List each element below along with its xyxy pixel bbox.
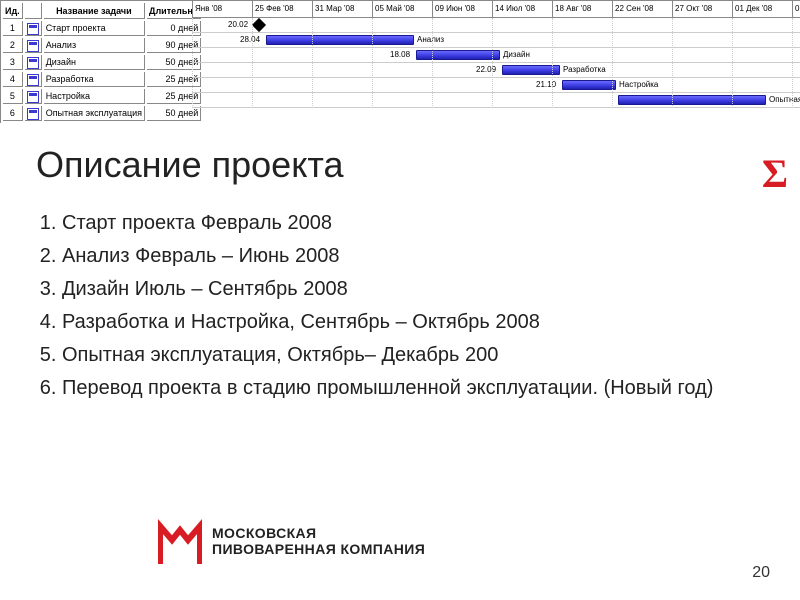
logo-text: МОСКОВСКАЯ ПИВОВАРЕННАЯ КОМПАНИЯ (212, 525, 425, 557)
gantt-bar (266, 35, 414, 45)
list-item: Старт проекта Февраль 2008 (62, 208, 764, 239)
table-row: 1 Старт проекта 0 дней (3, 21, 201, 36)
calendar-icon (27, 57, 39, 69)
timeline-tick: 18 Авг '08 (552, 1, 591, 17)
bar-date-label: 22.09 (476, 63, 496, 77)
table-row: 4 Разработка 25 дней (3, 72, 201, 87)
bar-date-label: 28.04 (240, 33, 260, 47)
timeline-tick: 05 Май '08 (372, 1, 414, 17)
page-number: 20 (752, 564, 770, 582)
list-item: Перевод проекта в стадию промышленной эк… (62, 373, 764, 404)
bar-name-label: Настройка (619, 78, 658, 92)
timeline-tick: 27 Окт '08 (672, 1, 712, 17)
gantt-row: 22.09 Разработка (192, 63, 800, 78)
calendar-icon (27, 23, 39, 35)
page-title: Описание проекта (36, 144, 764, 186)
timeline-tick: 31 Мар '08 (312, 1, 354, 17)
bar-name-label: Анализ (417, 33, 444, 47)
timeline-tick: Янв '08 (192, 1, 222, 17)
timeline-tick: 22 Сен '08 (612, 1, 653, 17)
list-item: Анализ Февраль – Июнь 2008 (62, 241, 764, 272)
gantt-row: 18.08 Дизайн (192, 48, 800, 63)
bar-name-label: Разработка (563, 63, 606, 77)
gantt-bar (416, 50, 500, 60)
gantt-chart: Ид. Название задачи Длительно 1 Старт пр… (0, 0, 800, 126)
calendar-icon (27, 74, 39, 86)
table-row: 6 Опытная эксплуатация 50 дней (3, 106, 201, 121)
gantt-row: 20.02 (192, 18, 800, 33)
bar-date-label: 18.08 (390, 48, 410, 62)
points-list: Старт проекта Февраль 2008 Анализ Феврал… (44, 208, 764, 404)
gantt-bar (562, 80, 616, 90)
gantt-col-name: Название задачи (44, 3, 145, 19)
table-row: 2 Анализ 90 дней (3, 38, 201, 53)
list-item: Дизайн Июль – Сентябрь 2008 (62, 274, 764, 305)
timeline-tick: 01 Дек '08 (732, 1, 772, 17)
calendar-icon (27, 108, 39, 120)
timeline-tick: 25 Фев '08 (252, 1, 294, 17)
list-item: Разработка и Настройка, Сентябрь – Октяб… (62, 307, 764, 338)
company-logo: МОСКОВСКАЯ ПИВОВАРЕННАЯ КОМПАНИЯ (158, 516, 425, 566)
timeline-tick: 09 Июн '08 (432, 1, 475, 17)
calendar-icon (27, 91, 39, 103)
gantt-bar (618, 95, 766, 105)
gantt-milestone (252, 18, 266, 32)
table-row: 5 Настройка 25 дней (3, 89, 201, 104)
list-item: Опытная эксплуатация, Октябрь– Декабрь 2… (62, 340, 764, 371)
table-row: 3 Дизайн 50 дней (3, 55, 201, 70)
logo-m-icon (158, 516, 202, 566)
gantt-col-id: Ид. (3, 3, 23, 19)
bar-date-label: 20.02 (228, 18, 248, 32)
timeline-tick: 05 Янв (792, 1, 800, 17)
bar-name-label: Дизайн (503, 48, 530, 62)
gantt-col-info (25, 3, 42, 19)
timeline-tick: 14 Июл '08 (492, 1, 535, 17)
calendar-icon (27, 40, 39, 52)
bar-date-label: 21.10 (536, 78, 556, 92)
bar-name-label: Опытная эксплуатация (769, 93, 800, 107)
gantt-row: Опытная эксплуатация (192, 93, 800, 108)
gantt-left-grid: Ид. Название задачи Длительно 1 Старт пр… (0, 0, 203, 123)
timeline-header: Янв '08 25 Фев '08 31 Мар '08 05 Май '08 09 … (192, 0, 800, 18)
timeline-rows: 20.02 28.04 Анализ 18.08 Дизайн 22.09 Разра… (192, 18, 800, 108)
gantt-row: 28.04 Анализ (192, 33, 800, 48)
slide-body: Описание проекта Σ Старт проекта Февраль… (0, 126, 800, 404)
gantt-row: 21.10 Настройка (192, 78, 800, 93)
gantt-timeline: Янв '08 25 Фев '08 31 Мар '08 05 Май '08 09 … (192, 0, 800, 126)
sigma-icon: Σ (762, 150, 788, 197)
